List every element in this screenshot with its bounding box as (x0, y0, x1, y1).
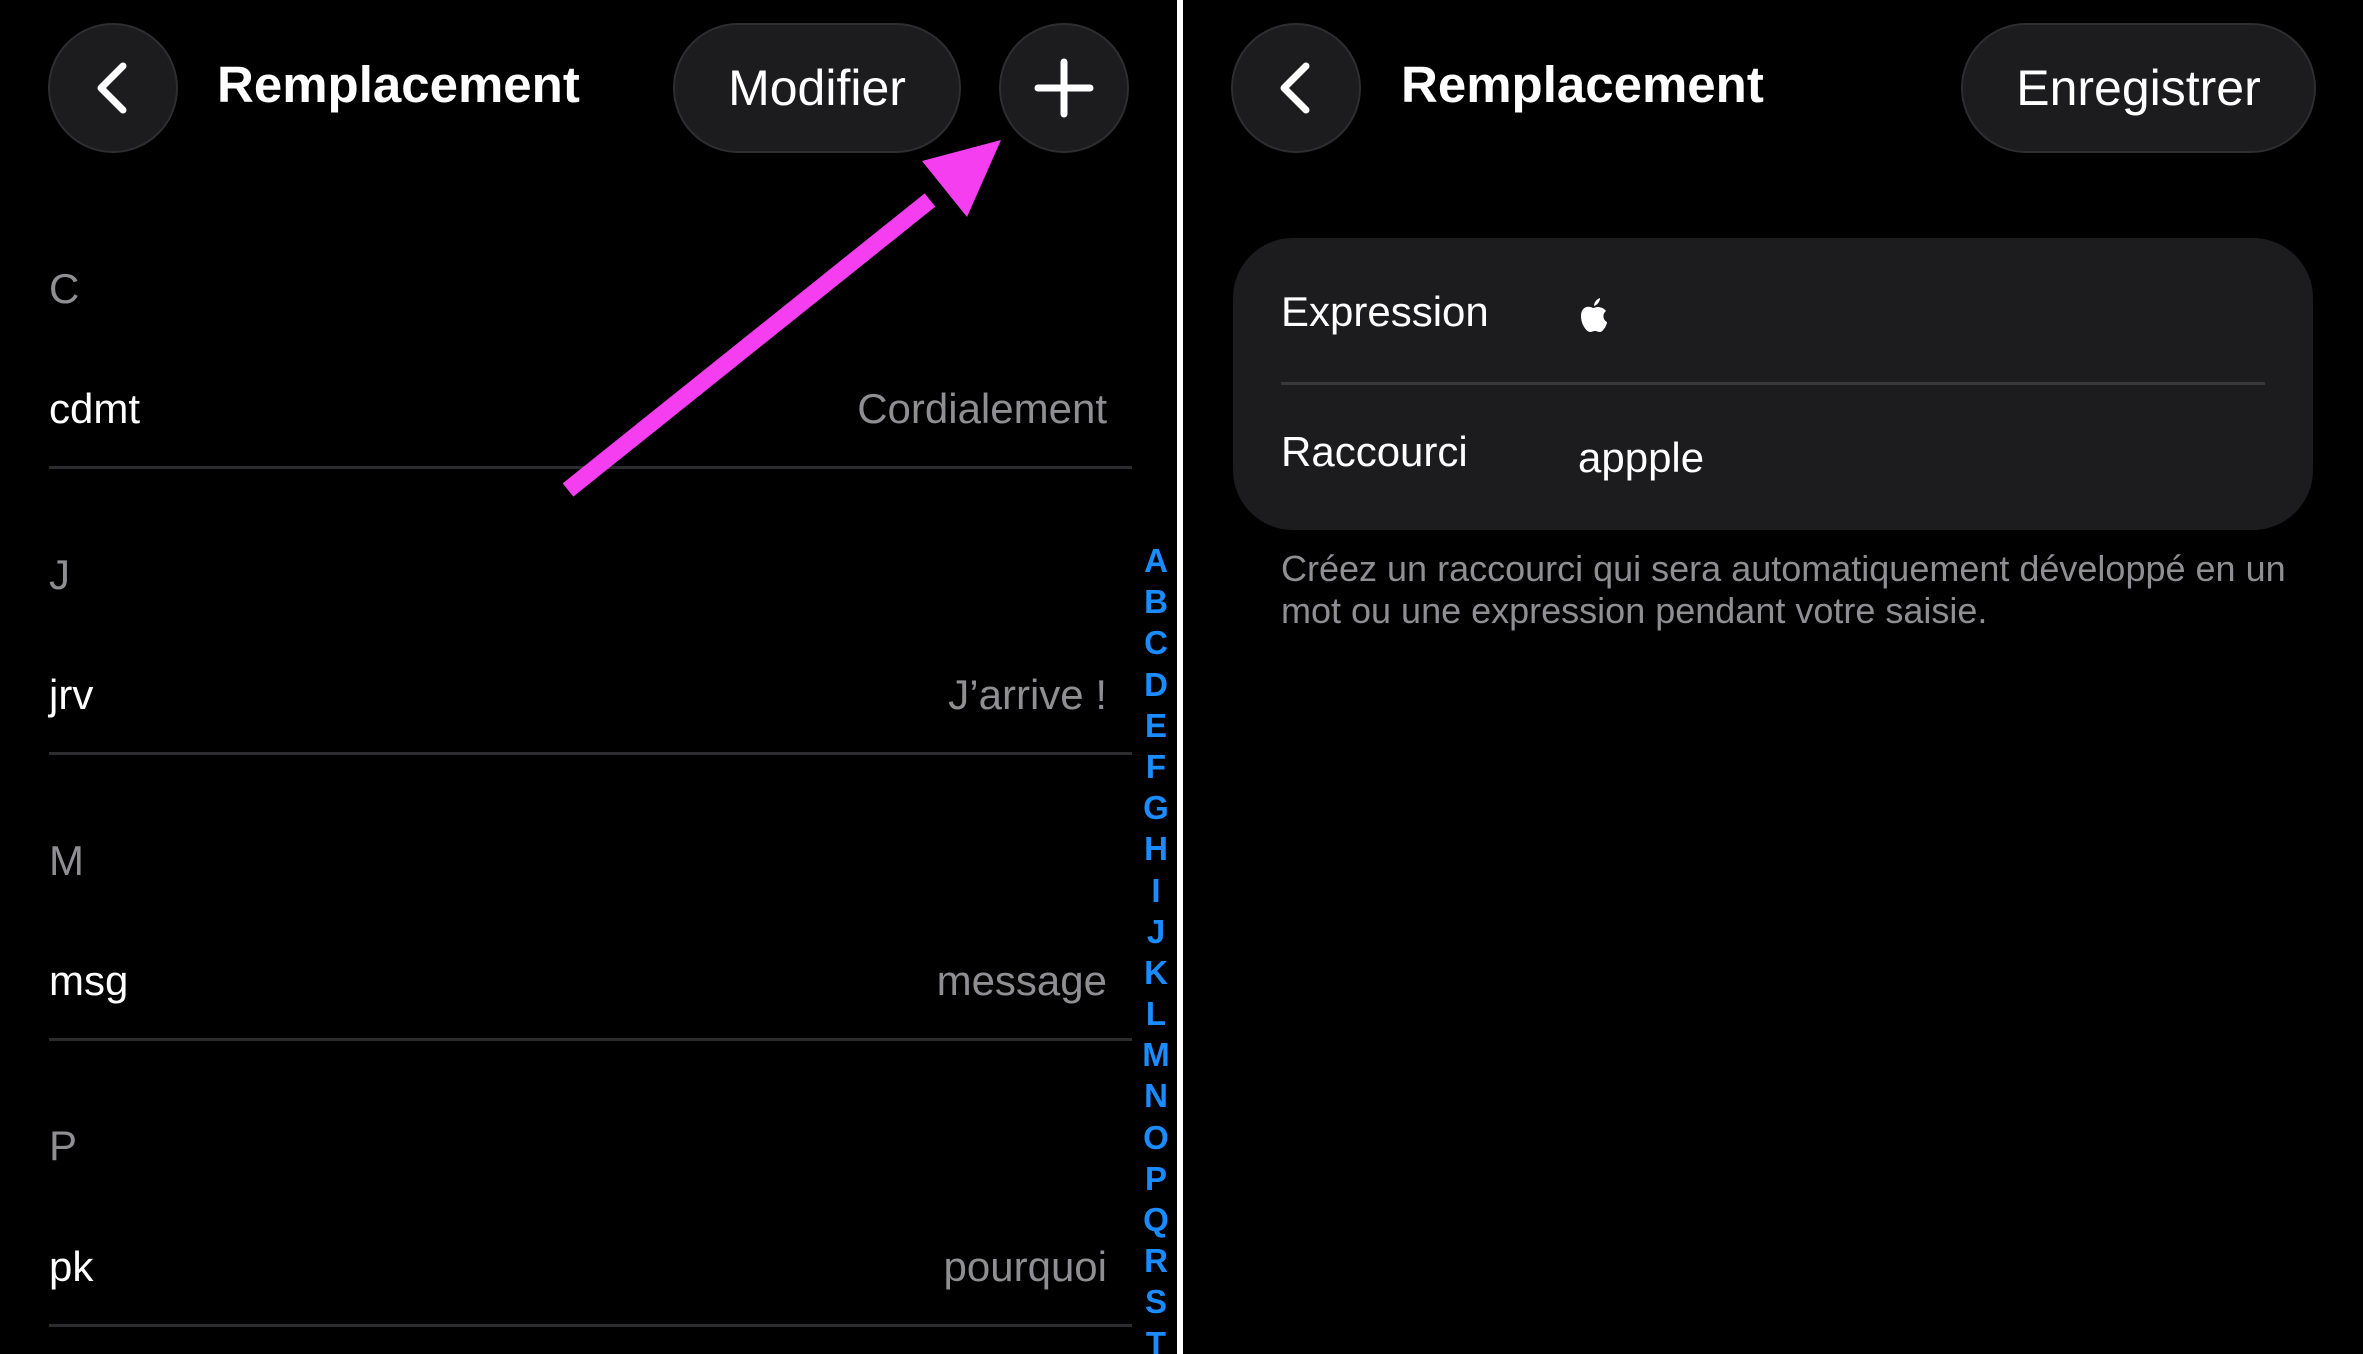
index-letter-d[interactable]: D (1142, 664, 1170, 705)
shortcut-text: pk (49, 1243, 94, 1290)
help-text: Créez un raccourci qui sera automatiquem… (1281, 548, 2286, 631)
index-letter-k[interactable]: K (1142, 952, 1170, 993)
index-letter-f[interactable]: F (1142, 746, 1170, 787)
section-header-p: P (49, 1122, 78, 1169)
index-letter-j[interactable]: J (1142, 911, 1170, 952)
index-letter-l[interactable]: L (1142, 993, 1170, 1034)
list-item[interactable]: jrv J’arrive ! (49, 637, 1132, 755)
section-index-bar[interactable]: ABCDEFGHIJKLMNOPQRST (1142, 540, 1170, 1354)
index-letter-g[interactable]: G (1142, 787, 1170, 828)
index-letter-s[interactable]: S (1142, 1281, 1170, 1322)
plus-icon (1034, 58, 1094, 118)
expression-field[interactable] (1578, 296, 1608, 344)
index-letter-o[interactable]: O (1142, 1117, 1170, 1158)
page-title: Remplacement (1401, 56, 1764, 113)
section-header-c: C (49, 265, 80, 312)
section-header-m: M (49, 837, 84, 884)
back-button[interactable] (1231, 23, 1361, 153)
save-button[interactable]: Enregistrer (1961, 23, 2316, 153)
apple-logo-icon (1581, 298, 1607, 332)
edit-button[interactable]: Modifier (673, 23, 961, 153)
phrase-text: J’arrive ! (948, 671, 1107, 718)
index-letter-h[interactable]: H (1142, 828, 1170, 869)
new-replacement-panel: Remplacement Enregistrer Expression Racc… (1183, 0, 2363, 1354)
phrase-text: Cordialement (857, 385, 1107, 432)
row-separator (49, 1038, 1132, 1041)
back-button[interactable] (48, 23, 178, 153)
index-letter-r[interactable]: R (1142, 1240, 1170, 1281)
shortcut-text: cdmt (49, 385, 141, 432)
list-item[interactable]: msg message (49, 923, 1132, 1041)
shortcut-label: Raccourci (1281, 428, 1468, 475)
row-separator (49, 752, 1132, 755)
index-letter-t[interactable]: T (1142, 1323, 1170, 1354)
chevron-left-icon (97, 62, 127, 114)
add-button[interactable] (999, 23, 1129, 153)
page-title: Remplacement (217, 56, 580, 113)
phrase-text: pourquoi (943, 1243, 1107, 1290)
chevron-left-icon (1280, 62, 1310, 114)
row-separator (49, 1324, 1132, 1327)
index-letter-m[interactable]: M (1142, 1034, 1170, 1075)
index-letter-a[interactable]: A (1142, 540, 1170, 581)
section-header-j: J (49, 551, 70, 598)
row-separator (49, 466, 1132, 469)
index-letter-i[interactable]: I (1142, 870, 1170, 911)
index-letter-p[interactable]: P (1142, 1158, 1170, 1199)
shortcut-field[interactable]: appple (1578, 434, 1704, 482)
index-letter-e[interactable]: E (1142, 705, 1170, 746)
index-letter-b[interactable]: B (1142, 581, 1170, 622)
form-separator (1281, 382, 2265, 385)
replacement-form-card: Expression Raccourci appple (1233, 238, 2313, 530)
expression-label: Expression (1281, 288, 1489, 335)
index-letter-q[interactable]: Q (1142, 1199, 1170, 1240)
replacements-list-panel: Remplacement Modifier C cdmt Cordialemen… (0, 0, 1177, 1354)
list-item[interactable]: pk pourquoi (49, 1209, 1132, 1327)
shortcut-text: jrv (49, 671, 94, 718)
list-item[interactable]: cdmt Cordialement (49, 351, 1132, 469)
index-letter-c[interactable]: C (1142, 622, 1170, 663)
shortcut-text: msg (49, 957, 129, 1004)
index-letter-n[interactable]: N (1142, 1075, 1170, 1116)
phrase-text: message (936, 957, 1107, 1004)
